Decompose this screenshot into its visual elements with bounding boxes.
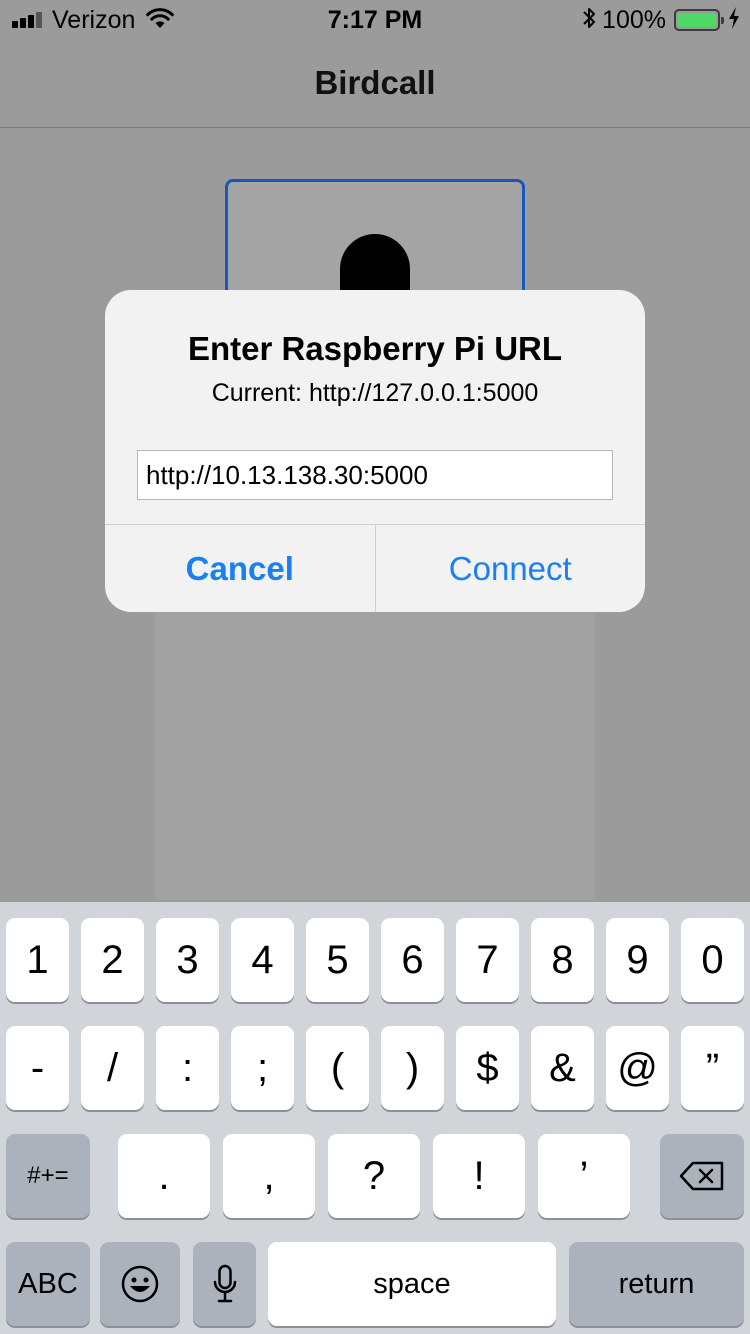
key-0[interactable]: 0	[681, 918, 744, 1002]
key-exclamation[interactable]: !	[433, 1134, 525, 1218]
key-open-paren[interactable]: (	[306, 1026, 369, 1110]
key-quote[interactable]: ”	[681, 1026, 744, 1110]
delete-icon	[679, 1160, 725, 1192]
key-at[interactable]: @	[606, 1026, 669, 1110]
key-question[interactable]: ?	[328, 1134, 420, 1218]
cancel-button[interactable]: Cancel	[105, 525, 375, 612]
key-1[interactable]: 1	[6, 918, 69, 1002]
symbols-toggle-key[interactable]: #+=	[6, 1134, 90, 1218]
key-3[interactable]: 3	[156, 918, 219, 1002]
alert-title: Enter Raspberry Pi URL	[187, 330, 563, 367]
alert-actions: Cancel Connect	[105, 524, 645, 612]
dictation-key[interactable]	[193, 1242, 256, 1326]
key-period[interactable]: .	[118, 1134, 210, 1218]
emoji-icon	[120, 1264, 160, 1304]
delete-key[interactable]	[660, 1134, 744, 1218]
url-alert-dialog: Enter Raspberry Pi URL Current: http://1…	[105, 290, 645, 612]
navigation-bar: Birdcall	[0, 40, 750, 128]
key-7[interactable]: 7	[456, 918, 519, 1002]
battery-nub	[721, 17, 724, 24]
battery-icon	[674, 9, 724, 31]
alert-message: Current: http://127.0.0.1:5000	[211, 379, 539, 407]
key-8[interactable]: 8	[531, 918, 594, 1002]
status-right: 100%	[582, 6, 740, 34]
dictation-icon	[212, 1264, 238, 1304]
key-ampersand[interactable]: &	[531, 1026, 594, 1110]
charging-bolt-icon	[728, 6, 740, 34]
battery-percent: 100%	[602, 5, 666, 34]
key-9[interactable]: 9	[606, 918, 669, 1002]
emoji-key[interactable]	[100, 1242, 180, 1326]
key-6[interactable]: 6	[381, 918, 444, 1002]
keyboard: 1 2 3 4 5 6 7 8 9 0 - / : ; ( ) $ & @ ” …	[0, 902, 750, 1334]
key-dollar[interactable]: $	[456, 1026, 519, 1110]
space-key[interactable]: space	[268, 1242, 556, 1326]
key-comma[interactable]: ,	[223, 1134, 315, 1218]
url-input[interactable]	[137, 450, 613, 500]
key-4[interactable]: 4	[231, 918, 294, 1002]
status-bar: Verizon 7:17 PM 100%	[0, 0, 750, 40]
return-key[interactable]: return	[569, 1242, 744, 1326]
key-slash[interactable]: /	[81, 1026, 144, 1110]
key-apostrophe[interactable]: ’	[538, 1134, 630, 1218]
key-semicolon[interactable]: ;	[231, 1026, 294, 1110]
key-2[interactable]: 2	[81, 918, 144, 1002]
key-hyphen[interactable]: -	[6, 1026, 69, 1110]
abc-key[interactable]: ABC	[6, 1242, 90, 1326]
key-close-paren[interactable]: )	[381, 1026, 444, 1110]
connect-button[interactable]: Connect	[374, 525, 646, 612]
key-5[interactable]: 5	[306, 918, 369, 1002]
bluetooth-icon	[582, 6, 596, 35]
battery-fill	[678, 13, 716, 27]
key-colon[interactable]: :	[156, 1026, 219, 1110]
nav-title: Birdcall	[314, 64, 436, 101]
